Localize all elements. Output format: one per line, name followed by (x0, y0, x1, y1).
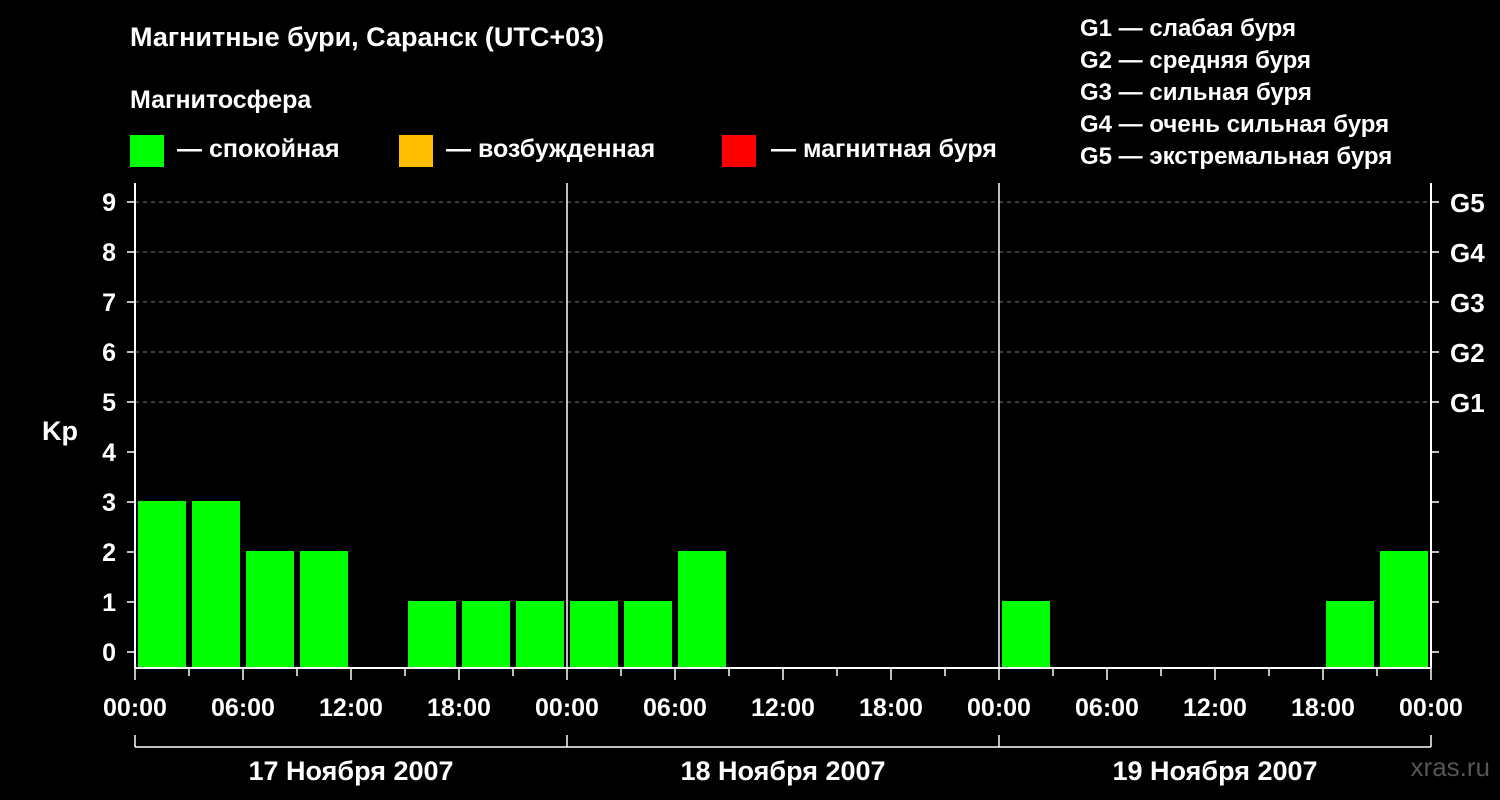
y-axis-label: Kp (42, 416, 78, 446)
g-level-label: G5 (1450, 188, 1485, 218)
x-tick-label: 18:00 (427, 694, 491, 722)
x-tick-label: 00:00 (1399, 694, 1463, 722)
x-tick-label: 06:00 (643, 694, 707, 722)
kp-bar (462, 601, 510, 668)
kp-bar (570, 601, 618, 668)
g-level-label: G1 (1450, 388, 1485, 418)
y-tick-label: 6 (102, 339, 116, 367)
kp-bar (516, 601, 564, 668)
y-tick-label: 4 (102, 439, 116, 467)
x-tick-label: 06:00 (1075, 694, 1139, 722)
y-tick-label: 7 (102, 289, 116, 317)
kp-bar (138, 501, 186, 668)
x-tick-label: 00:00 (103, 694, 167, 722)
kp-bar (192, 501, 240, 668)
kp-bar (1002, 601, 1050, 668)
kp-bar (678, 551, 726, 668)
x-tick-label: 00:00 (967, 694, 1031, 722)
day-label: 19 Ноября 2007 (1112, 756, 1317, 786)
kp-bar (300, 551, 348, 668)
g-level-label: G3 (1450, 288, 1485, 318)
x-tick-label: 12:00 (1183, 694, 1247, 722)
y-tick-label: 0 (102, 639, 116, 667)
day-label: 17 Ноября 2007 (248, 756, 453, 786)
x-tick-label: 12:00 (751, 694, 815, 722)
kp-bar (1380, 551, 1428, 668)
watermark: xras.ru (1410, 752, 1490, 782)
kp-bar (408, 601, 456, 668)
y-tick-label: 8 (102, 239, 116, 267)
x-tick-label: 06:00 (211, 694, 275, 722)
kp-bar (246, 551, 294, 668)
day-label: 18 Ноября 2007 (680, 756, 885, 786)
x-tick-label: 18:00 (859, 694, 923, 722)
y-tick-label: 2 (102, 539, 116, 567)
y-tick-label: 5 (102, 389, 116, 417)
kp-chart: 0 1 2 3 4 5 6 7 8 9 G1 G2 G3 G4 G5 Kp 00:00 06:00 12:00 18:… (42, 183, 1485, 786)
y-tick-label: 1 (102, 589, 116, 617)
y-tick-label: 3 (102, 489, 116, 517)
kp-bar (624, 601, 672, 668)
x-tick-label: 00:00 (535, 694, 599, 722)
g-level-label: G4 (1450, 238, 1485, 268)
x-tick-label: 18:00 (1291, 694, 1355, 722)
kp-bar (1326, 601, 1374, 668)
y-tick-label: 9 (102, 189, 116, 217)
g-level-label: G2 (1450, 338, 1485, 368)
x-tick-label: 12:00 (319, 694, 383, 722)
